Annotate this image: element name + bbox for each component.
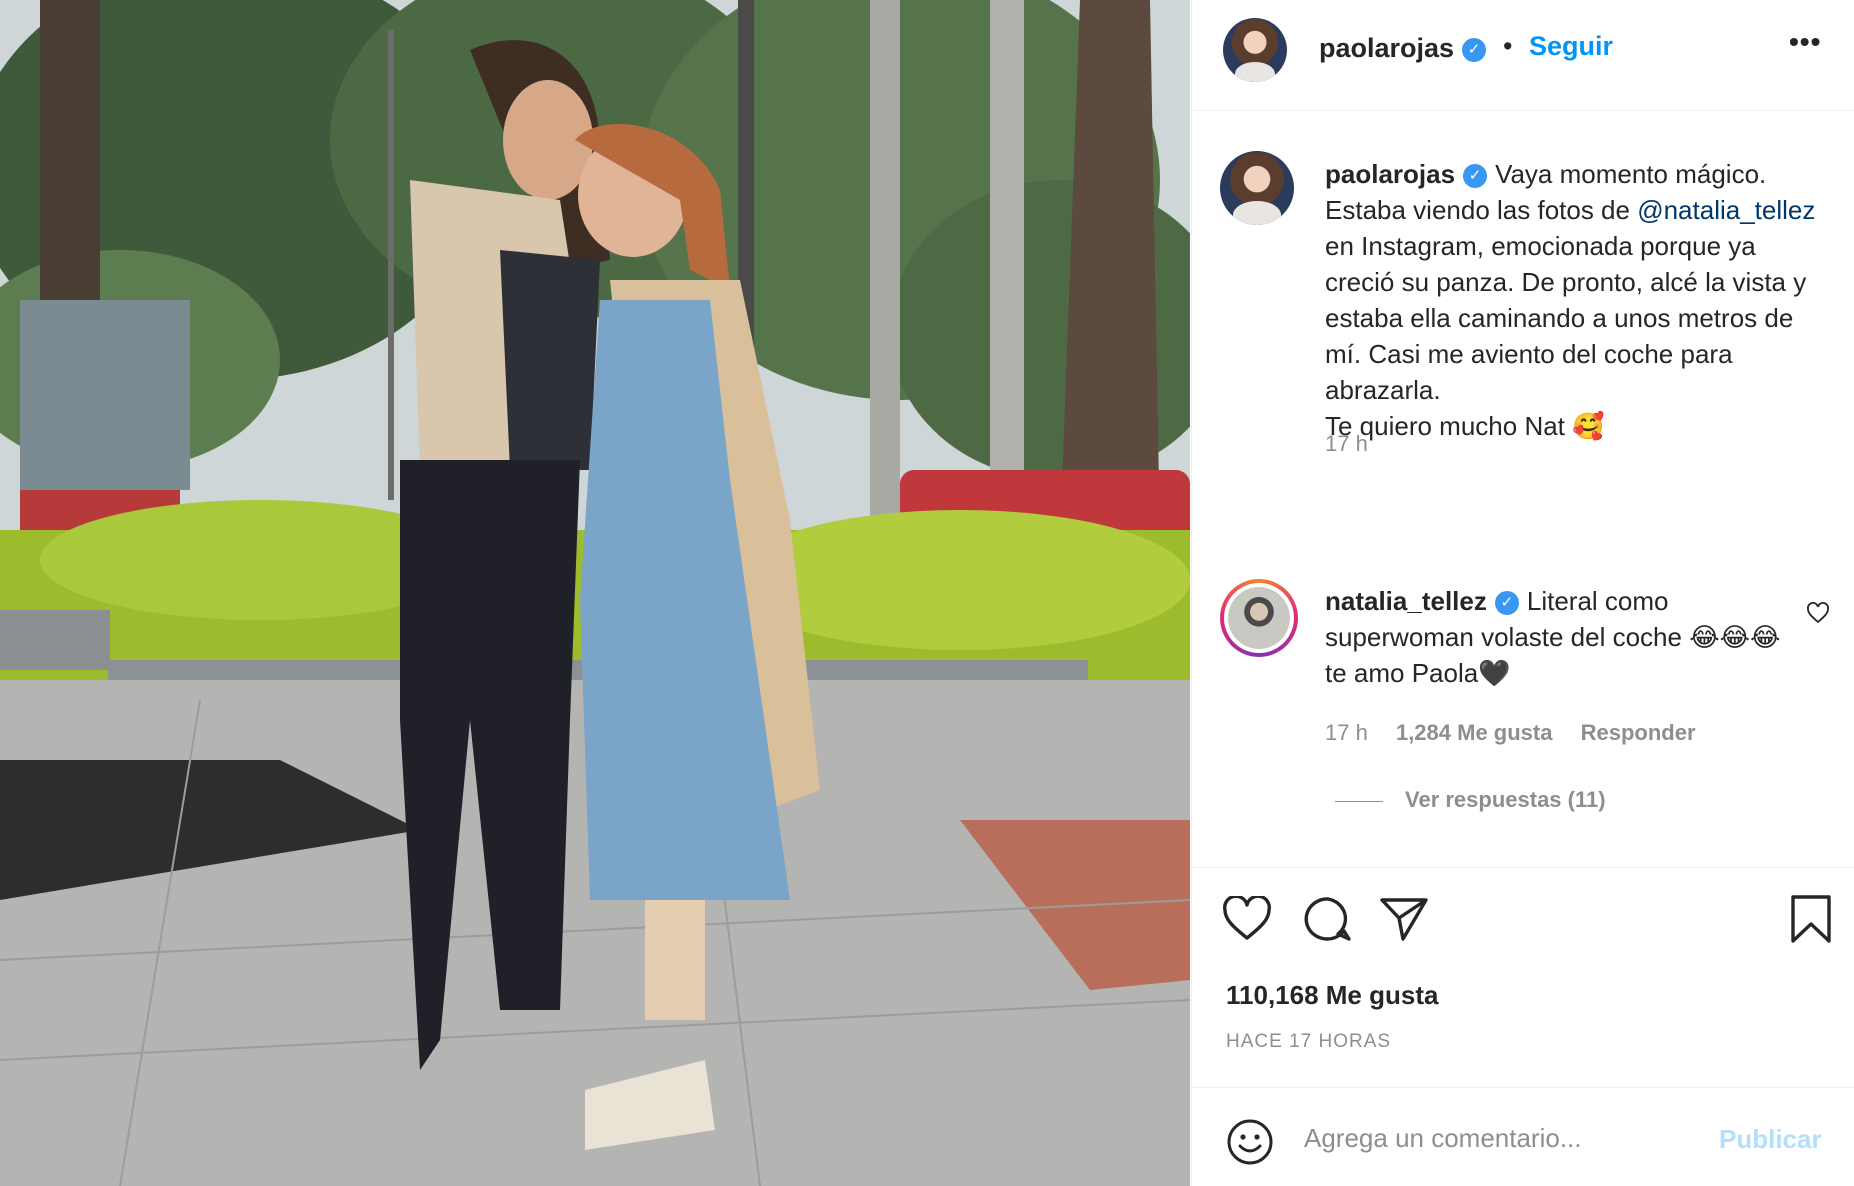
comment-composer: Publicar (1192, 1087, 1854, 1186)
replies-divider (1335, 800, 1383, 802)
verified-badge-icon: ✓ (1462, 37, 1487, 62)
comment-likes[interactable]: 1,284 Me gusta (1396, 720, 1553, 745)
comment-body: natalia_tellez ✓ Literal como superwoman v… (1325, 583, 1795, 691)
caption-author-avatar[interactable] (1220, 151, 1294, 225)
more-options-icon[interactable]: ••• (1789, 26, 1821, 58)
author-username-text[interactable]: paolarojas (1319, 33, 1454, 63)
bookmark-icon[interactable] (1789, 894, 1833, 944)
photo-illustration (0, 0, 1190, 1186)
view-replies-label[interactable]: Ver respuestas (11) (1405, 787, 1606, 812)
caption-timestamp[interactable]: 17 h (1325, 431, 1368, 457)
author-username[interactable]: paolarojas ✓ (1319, 33, 1487, 64)
comment-bubble-icon[interactable] (1303, 896, 1353, 942)
comment-timestamp[interactable]: 17 h (1325, 720, 1368, 745)
comment-like-heart-icon[interactable] (1806, 601, 1830, 625)
commenter-avatar[interactable] (1228, 587, 1290, 649)
post-sidebar: paolarojas ✓ • Seguir ••• paolarojas ✓ Vaya… (1191, 0, 1854, 1186)
view-replies-button[interactable]: Ver respuestas (11) (1335, 787, 1606, 813)
publish-button[interactable]: Publicar (1719, 1124, 1822, 1155)
mention-link[interactable]: @natalia_tellez (1637, 195, 1815, 225)
header-separator: • (1503, 31, 1513, 61)
reply-button[interactable]: Responder (1581, 720, 1696, 745)
post-photo[interactable] (0, 0, 1190, 1186)
comment-meta: 17 h 1,284 Me gusta Responder (1325, 720, 1718, 746)
paper-plane-icon[interactable] (1379, 896, 1429, 942)
follow-button[interactable]: Seguir (1529, 31, 1613, 62)
commenter-username[interactable]: natalia_tellez (1325, 586, 1487, 616)
verified-badge-icon: ✓ (1463, 164, 1488, 189)
post-timestamp[interactable]: HACE 17 HORAS (1226, 1031, 1391, 1053)
post-actions: 110,168 Me gusta HACE 17 HORAS (1192, 867, 1854, 1087)
verified-badge-icon: ✓ (1494, 591, 1519, 616)
caption-username[interactable]: paolarojas (1325, 159, 1455, 189)
post-likes-count[interactable]: 110,168 Me gusta (1226, 980, 1438, 1011)
comment-input[interactable] (1304, 1115, 1724, 1161)
author-avatar[interactable] (1223, 18, 1287, 82)
heart-icon[interactable] (1222, 896, 1272, 942)
commenter-avatar-story-ring[interactable] (1220, 579, 1298, 657)
post-header: paolarojas ✓ • Seguir ••• (1192, 0, 1854, 111)
smiley-icon[interactable] (1226, 1118, 1274, 1166)
caption-text-2: en Instagram, emocionada porque ya creci… (1325, 231, 1807, 405)
caption-body: paolarojas ✓ Vaya momento mágico. Estaba v… (1325, 156, 1830, 444)
